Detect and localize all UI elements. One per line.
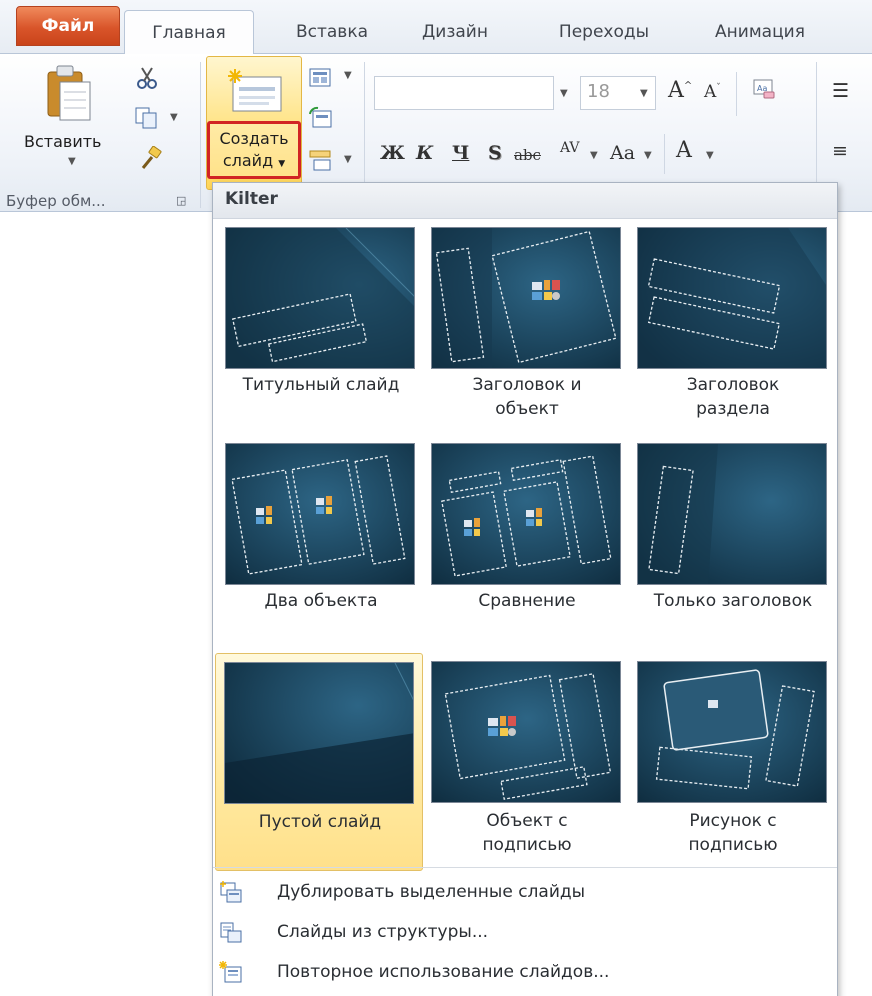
layout-caption: подписью [482,835,572,855]
gallery-theme-header: Kilter [213,183,837,219]
layout-item-comparison[interactable]: Сравнение [423,435,621,625]
layout-item-title[interactable]: Титульный слайд [217,219,415,419]
layout-thumbnail [431,227,621,369]
layout-caption: Пустой слайд [258,812,382,832]
layout-caption: раздела [696,399,770,419]
tab-animation[interactable]: Анимация [690,10,830,54]
dialog-launcher-icon[interactable]: ◲ [176,194,186,207]
chevron-down-icon[interactable]: ▼ [560,88,568,99]
slides-from-outline-label: Слайды из структуры... [277,922,489,942]
ribbon-tab-bar: Файл Главная Вставка Дизайн Переходы Ани… [0,0,872,55]
tab-design[interactable]: Дизайн [400,10,510,54]
duplicate-slides-command[interactable]: Дублировать выделенные слайды [213,877,837,913]
layout-caption: объект [495,399,559,419]
layout-item-title-content[interactable]: Заголовок и объект [423,219,621,419]
group-separator [664,134,665,174]
layout-thumbnail [637,661,827,803]
clipboard-icon[interactable] [46,64,92,122]
layout-thumbnail [225,227,415,369]
duplicate-slides-icon [220,881,242,903]
brush-icon[interactable] [138,146,164,170]
scissors-icon[interactable] [134,66,160,90]
chevron-down-icon[interactable]: ▼ [68,156,76,167]
layout-caption: подписью [688,835,778,855]
layout-thumbnail [637,443,827,585]
layout-caption: Заголовок [686,375,780,395]
tab-transitions[interactable]: Переходы [534,10,674,54]
layout-thumbnail [224,662,414,804]
layout-caption: Титульный слайд [242,375,400,395]
clear-formatting-icon[interactable]: Aa [752,78,778,102]
italic-button[interactable]: К [416,142,433,164]
copy-icon[interactable] [134,106,160,130]
new-slide-label-line1: Создать [219,129,289,148]
outline-icon [220,922,242,943]
layout-item-picture-caption[interactable]: Рисунок с подписью [629,653,827,863]
layout-caption: Заголовок и [472,375,582,395]
new-slide-icon [228,69,282,112]
layout-caption: Сравнение [478,591,576,611]
tab-insert[interactable]: Вставка [272,10,392,54]
chevron-down-icon[interactable]: ▼ [640,88,648,99]
section-icon[interactable] [308,148,334,172]
bold-button[interactable]: Ж [380,142,405,164]
menu-separator [213,867,837,868]
tab-file[interactable]: Файл [16,6,120,46]
underline-button[interactable]: Ч [452,142,469,164]
layout-caption: Только заголовок [653,591,813,611]
bullets-icon[interactable]: ☰ [832,80,849,102]
char-spacing-button[interactable]: AV [560,140,580,156]
align-left-icon[interactable]: ≡ [832,140,848,162]
new-slide-button[interactable]: Создать слайд ▼ [206,56,302,190]
layout-caption: Два объекта [264,591,378,611]
tab-home[interactable]: Главная [124,10,254,55]
chevron-down-icon[interactable]: ▼ [706,150,714,161]
chevron-down-icon: ▼ [278,159,286,169]
strikethrough-button[interactable]: abc [514,146,541,164]
shadow-button[interactable]: S [488,142,502,164]
layout-item-blank[interactable]: Пустой слайд [215,653,423,871]
layout-item-content-caption[interactable]: Объект с подписью [423,653,621,863]
group-separator [736,72,737,116]
layout-thumbnail [431,443,621,585]
font-color-button[interactable]: A [676,138,692,163]
duplicate-slides-label: Дублировать выделенные слайды [277,882,586,902]
grow-font-icon[interactable]: A^ [668,78,692,103]
new-slide-label-line2: слайд [222,151,274,170]
layout-caption: Объект с [486,811,568,831]
reuse-slides-command[interactable]: Повторное использование слайдов... [213,957,837,993]
shrink-font-icon[interactable]: Aˇ [704,82,721,102]
reuse-slides-icon [219,961,242,983]
layout-icon[interactable] [308,66,334,90]
chevron-down-icon[interactable]: ▼ [170,112,178,123]
slides-from-outline-command[interactable]: Слайды из структуры... [213,917,837,953]
chevron-down-icon[interactable]: ▼ [590,150,598,161]
reset-icon[interactable] [308,106,334,130]
chevron-down-icon[interactable]: ▼ [344,154,352,165]
layout-caption: Рисунок с [689,811,777,831]
font-name-combobox[interactable] [374,76,554,110]
layout-item-title-only[interactable]: Только заголовок [629,435,827,625]
paste-button-label[interactable]: Вставить [24,132,101,151]
layout-thumbnail [637,227,827,369]
change-case-button[interactable]: Aa [610,142,635,164]
layout-item-section-header[interactable]: Заголовок раздела [629,219,827,419]
new-slide-label[interactable]: Создать слайд ▼ [207,121,301,179]
layout-item-two-content[interactable]: Два объекта [217,435,415,625]
layout-thumbnail [431,661,621,803]
reuse-slides-label: Повторное использование слайдов... [277,962,610,982]
chevron-down-icon[interactable]: ▼ [344,70,352,81]
new-slide-gallery: Kilter Титульный слайд Заголовок и объек… [212,182,838,996]
layout-thumbnail [225,443,415,585]
chevron-down-icon[interactable]: ▼ [644,150,652,161]
clipboard-group-label: Буфер обм... [6,192,106,210]
group-separator [200,62,201,208]
